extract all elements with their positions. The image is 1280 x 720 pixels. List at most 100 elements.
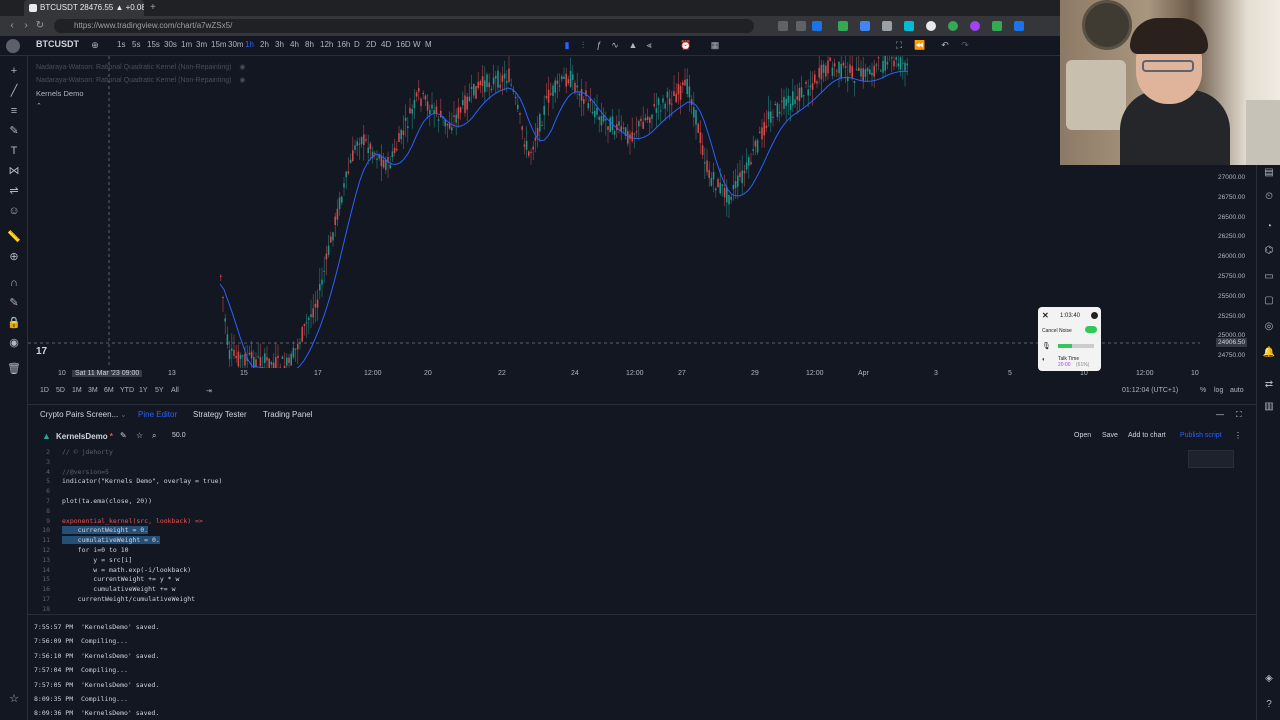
auto-toggle[interactable]: auto [1230, 387, 1244, 394]
price-chart[interactable]: Nadaraya-Watson: Rational Quadratic Kern… [28, 56, 1200, 368]
indicators-icon[interactable]: ƒ [594, 40, 604, 50]
extension-icon[interactable] [904, 21, 914, 31]
eye-icon[interactable]: ◉ [239, 77, 245, 84]
maximize-panel-icon[interactable]: ⛶ [1236, 410, 1242, 420]
range-button[interactable]: 5Y [155, 387, 164, 394]
area-style-icon[interactable]: ▲ [628, 40, 638, 50]
code-line[interactable]: currentWeight/cumulativeWeight [62, 595, 195, 603]
timeframe-button[interactable]: 12h [320, 40, 333, 49]
rename-icon[interactable]: ✎ [120, 431, 127, 440]
new-tab-icon[interactable]: + [150, 2, 156, 13]
tab-trading-panel[interactable]: Trading Panel [263, 410, 313, 419]
code-line[interactable]: plot(ta.ema(close, 20)) [62, 497, 152, 505]
avatar[interactable] [6, 39, 20, 53]
collapse-legend-icon[interactable]: ⌃ [36, 102, 42, 110]
timeframe-button[interactable]: 1s [117, 40, 125, 49]
timeframe-button[interactable]: M [425, 40, 432, 49]
tab-crypto-screener[interactable]: Crypto Pairs Screen... [40, 410, 118, 419]
dom-icon[interactable]: ▥ [1262, 400, 1276, 414]
extension-icon[interactable] [796, 21, 806, 31]
eye-icon[interactable]: ◉ [7, 336, 21, 350]
tab-pine-editor[interactable]: Pine Editor [138, 410, 177, 419]
timeframe-button[interactable]: 3m [196, 40, 207, 49]
timeframe-button[interactable]: 1m [181, 40, 192, 49]
bookmark-icon[interactable] [812, 21, 822, 31]
favorite-icon[interactable]: ☆ [136, 431, 143, 440]
forecast-icon[interactable]: ⇌ [7, 184, 21, 198]
extension-icon[interactable] [992, 21, 1002, 31]
zoom-icon[interactable]: ⊕ [7, 250, 21, 264]
extension-icon[interactable] [778, 21, 788, 31]
chat-icon[interactable]: ◔ [1262, 220, 1276, 234]
tab-strategy-tester[interactable]: Strategy Tester [193, 410, 247, 419]
log-toggle[interactable]: log [1214, 387, 1223, 394]
timeframe-button[interactable]: 30s [164, 40, 177, 49]
code-line[interactable]: y = src[i] [62, 556, 132, 564]
watchlist-icon[interactable]: ▤ [1262, 166, 1276, 180]
templates-icon[interactable]: ⫷ [644, 40, 654, 50]
range-button[interactable]: YTD [120, 387, 134, 394]
extension-icon[interactable] [860, 21, 870, 31]
crosshair-icon[interactable]: + [7, 64, 21, 78]
version-select[interactable]: 50.0 [172, 432, 186, 439]
clock-readout[interactable]: 01:12:04 (UTC+1) [1122, 387, 1178, 394]
eye-icon[interactable]: ◉ [239, 64, 245, 71]
search-icon[interactable]: ⌕ [152, 431, 156, 441]
emoji-icon[interactable]: ☺ [7, 204, 21, 218]
timeframe-button[interactable]: 30m [228, 40, 244, 49]
layout-grid-icon[interactable]: ▦ [710, 40, 720, 50]
more-options-icon[interactable]: ⋮ [1234, 431, 1242, 440]
timeframe-button[interactable]: 5s [132, 40, 140, 49]
minimize-panel-icon[interactable]: — [1216, 410, 1224, 419]
script-name[interactable]: KernelsDemo * [56, 432, 113, 441]
reload-icon[interactable]: ↻ [34, 19, 46, 33]
code-line[interactable]: for i=0 to 10 [62, 546, 129, 554]
chat-rooms-icon[interactable]: ▢ [1262, 294, 1276, 308]
code-line[interactable]: indicator("Kernels Demo", overlay = true… [62, 477, 222, 485]
cancel-noise-toggle[interactable] [1085, 326, 1097, 333]
extension-icon[interactable] [882, 21, 892, 31]
range-button[interactable]: 1Y [139, 387, 148, 394]
help-icon[interactable]: ? [1262, 698, 1276, 712]
range-button[interactable]: 1D [40, 387, 49, 394]
text-icon[interactable]: T [7, 144, 21, 158]
percent-toggle[interactable]: % [1200, 387, 1206, 394]
code-line[interactable]: currentWeight += y * w [62, 575, 179, 583]
bar-style-icon[interactable]: ⫶ [578, 40, 588, 50]
timeframe-button[interactable]: 4D [381, 40, 391, 49]
timeframe-button[interactable]: 1h [245, 40, 254, 49]
back-icon[interactable]: ‹ [6, 19, 18, 33]
layers-icon[interactable]: ◈ [1262, 672, 1276, 686]
extension-icon[interactable] [1014, 21, 1024, 31]
publish-script-button[interactable]: Publish script [1180, 432, 1222, 439]
line-style-icon[interactable]: ∿ [610, 40, 620, 50]
trash-icon[interactable]: 🗑 [7, 362, 21, 376]
add-to-chart-button[interactable]: Add to chart [1128, 432, 1166, 439]
redo-icon[interactable]: ↷ [960, 40, 970, 50]
extension-icon[interactable] [948, 21, 958, 31]
save-button[interactable]: Save [1102, 432, 1118, 439]
lock-drawing-icon[interactable]: ✎ [7, 296, 21, 310]
range-button[interactable]: 1M [72, 387, 82, 394]
timeframe-button[interactable]: 16D [396, 40, 411, 49]
candlestick-plot[interactable] [28, 56, 1200, 368]
record-stop-icon[interactable] [1091, 312, 1098, 319]
timeframe-button[interactable]: 4h [290, 40, 299, 49]
url-field[interactable]: https://www.tradingview.com/chart/a7wZSx… [54, 19, 754, 33]
lock-icon[interactable]: 🔒 [7, 316, 21, 330]
brush-icon[interactable]: ✎ [7, 124, 21, 138]
magnet-icon[interactable]: ∩ [7, 276, 21, 290]
undo-icon[interactable]: ↶ [940, 40, 950, 50]
code-line[interactable]: currentWeight = 0. [62, 526, 149, 535]
favorite-star-icon[interactable]: ☆ [7, 692, 21, 706]
open-button[interactable]: Open [1074, 432, 1091, 439]
timeframe-button[interactable]: 3h [275, 40, 284, 49]
pattern-icon[interactable]: ⋈ [7, 164, 21, 178]
chevron-down-icon[interactable]: ⌄ [120, 410, 127, 419]
extension-icon[interactable] [838, 21, 848, 31]
streams-icon[interactable]: ◎ [1262, 320, 1276, 334]
replay-icon[interactable]: ⏪ [914, 40, 925, 50]
timeframe-button[interactable]: 15s [147, 40, 160, 49]
range-button[interactable]: 3M [88, 387, 98, 394]
extension-icon[interactable] [926, 21, 936, 31]
